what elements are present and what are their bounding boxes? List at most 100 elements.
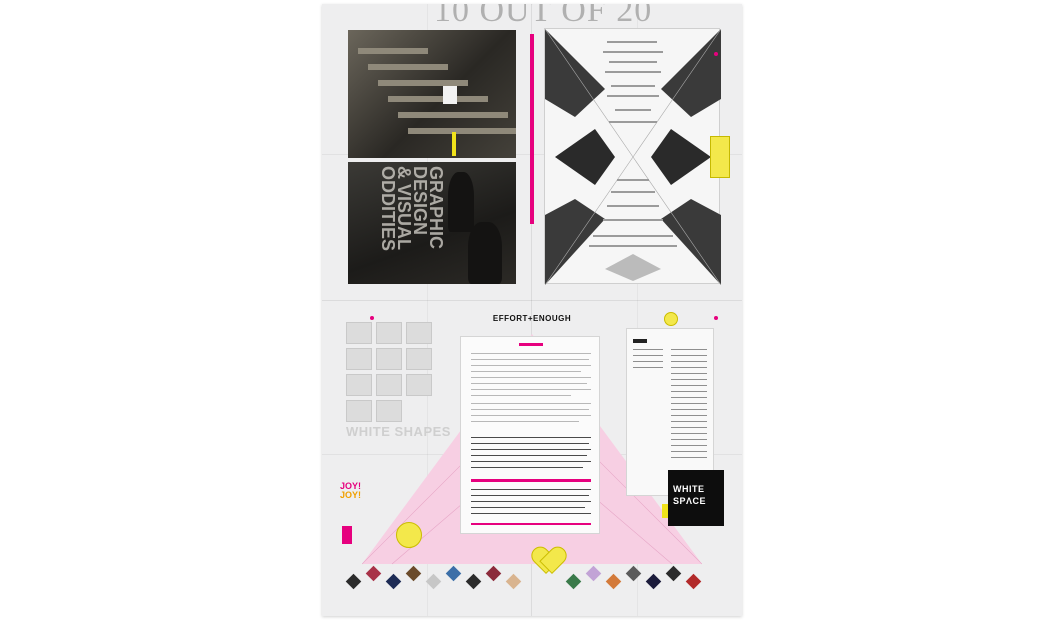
article-text-line [471,371,581,372]
article-text-line [471,409,589,410]
article-pink-tag [519,343,543,346]
column-text-line [671,409,707,410]
fold-crease-horizontal [322,300,742,301]
shape-cell [346,348,372,370]
article-text-line [471,403,591,404]
pink-dot [370,316,374,320]
shape-cell [376,374,402,396]
article-text-line [471,455,587,456]
white-shapes-label: WHITE SHAPES [346,424,451,439]
column-text-line [671,415,707,416]
poem-line [603,51,663,53]
column-text-line [671,451,707,452]
column-text-line [671,433,707,434]
shape-cell [406,322,432,344]
shape-cell [376,400,402,422]
column-text-line [633,355,663,356]
column-text-line [671,385,707,386]
article-text-line [471,353,591,354]
poem-line [603,219,663,221]
heart-sticker [534,548,562,574]
article-text-line [471,513,591,514]
poem-line [607,95,659,97]
column-text-line [671,379,707,380]
stairs-photo [348,30,516,158]
drop-cap [633,339,647,343]
column-text-line [671,445,707,446]
article-text-line [471,507,585,508]
article-pink-rule [471,523,591,525]
article-text-line [471,377,591,378]
yellow-note-sticker [710,136,730,178]
column-text-line [671,397,707,398]
joy-text: JOY! [340,490,362,500]
poem-line [593,235,673,237]
column-text-line [671,349,707,350]
thumbnail-diamond [345,573,362,590]
shape-cell [346,374,372,396]
column-text-line [671,391,707,392]
pink-spine-bar [530,34,534,224]
person-figure [468,222,502,284]
pink-dot [714,316,718,320]
people-photo: GRAPHIC DESIGN & VISUAL ODDITIES [348,162,516,284]
article-text-line [471,443,589,444]
joy-logo: JOY! JOY! [340,482,370,500]
poem-line [615,109,651,111]
white-space-line2: SPΛCE [673,496,707,506]
column-text-line [671,427,707,428]
poem-line [611,85,655,87]
art-shard [555,129,615,185]
column-text-line [671,421,707,422]
stair-step [398,112,508,118]
article-text-line [471,383,587,384]
art-shard [605,254,661,281]
poster-headline: 10 OUT OF 20 [434,4,653,29]
column-text-line [671,373,707,374]
shape-cell [406,374,432,396]
article-text-line [471,501,591,502]
article-text-line [471,489,591,490]
column-text-line [633,349,663,350]
stair-step [368,64,448,70]
photo-letter [443,86,457,104]
yellow-tab [662,504,668,518]
article-text-line [471,467,583,468]
poem-line [607,41,657,43]
poem-line [609,61,657,63]
poem-line [611,191,655,193]
white-shapes-grid [346,322,436,422]
shape-cell [346,322,372,344]
poem-line [607,205,659,207]
folded-poster: 10 OUT OF 20 GRAPHIC DESIGN & VISUAL ODD… [322,4,742,616]
poem-panel [544,28,721,285]
column-text-line [633,361,663,362]
article-text-line [471,389,591,390]
column-text-line [671,439,707,440]
column-text-line [671,403,707,404]
shape-cell [376,348,402,370]
article-text-line [471,495,589,496]
shape-cell [376,322,402,344]
yellow-dot-sticker [664,312,678,326]
stair-step [408,128,516,134]
article-text-line [471,365,591,366]
shape-cell [346,400,372,422]
article-text-line [471,421,579,422]
shape-cell [406,348,432,370]
poem-line [605,71,661,73]
yellow-tab [452,132,456,156]
photo-vertical-text: GRAPHIC DESIGN & VISUAL ODDITIES [378,166,446,252]
person-figure [448,172,474,232]
poem-line [617,179,649,181]
stair-step [358,48,428,54]
column-text-line [633,367,663,368]
art-shard [651,129,711,185]
article-text-line [471,449,591,450]
column-text-line [671,355,707,356]
pink-dot [714,52,718,56]
column-text-line [671,457,707,458]
article-text-line [471,461,591,462]
pink-bookmark [342,526,352,544]
white-space-line1: WHITE [673,484,705,494]
